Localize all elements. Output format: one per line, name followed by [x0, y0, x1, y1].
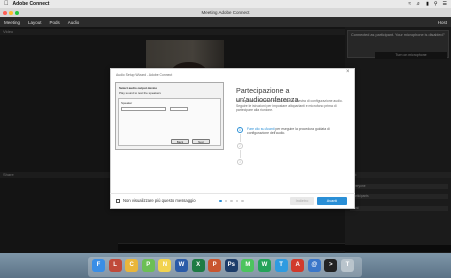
photoshop-icon[interactable]: Ps — [224, 259, 238, 272]
page-dot — [224, 199, 227, 202]
launchpad-icon[interactable]: L — [108, 259, 122, 272]
page-indicator — [219, 199, 244, 202]
dialog-body: Nel riquadro a sinistra è visualizzata l… — [236, 99, 343, 113]
step-2-indicator: 2 — [237, 143, 243, 149]
menu-app-name[interactable]: Adobe Connect — [13, 0, 50, 8]
search-icon[interactable]: ⚲ — [434, 0, 438, 8]
mail-icon[interactable]: @ — [307, 259, 321, 272]
dont-show-label: Non visualizzare più questo messaggio — [123, 197, 196, 203]
toolbar-pods[interactable]: Pods — [50, 20, 60, 25]
step-1-link[interactable]: Fare clic su Avanti — [247, 127, 274, 131]
dont-show-checkbox[interactable] — [116, 199, 120, 203]
wizard-preview-label: Speaker — [121, 101, 133, 105]
volume-icon[interactable]: ♬ — [416, 0, 421, 8]
trash-icon[interactable]: T — [341, 259, 354, 272]
powerpoint-icon[interactable]: P — [208, 259, 222, 272]
chrome-icon[interactable]: C — [125, 259, 139, 272]
close-window-button[interactable] — [3, 10, 7, 15]
traffic-lights — [3, 10, 19, 15]
wizard-preview-next: Next — [192, 139, 210, 144]
menu-list-icon[interactable]: ☰ — [443, 0, 447, 8]
messages-icon[interactable]: M — [241, 259, 255, 272]
screen:  Adobe Connect ≈ ♬ ▮ ⚲ ☰ Meeting Adobe … — [0, 0, 451, 278]
telegram-icon[interactable]: T — [274, 259, 288, 272]
page-dot — [219, 199, 222, 202]
terminal-icon[interactable]: > — [324, 259, 338, 272]
wizard-preview-field — [121, 107, 166, 111]
toolbar-audio[interactable]: Audio — [68, 20, 80, 25]
connect-toolbar: Meeting Layout Pods Audio Host — [0, 17, 451, 27]
wizard-preview-back: Back — [171, 139, 189, 144]
page-dot — [235, 199, 238, 202]
close-icon[interactable]: × — [346, 69, 350, 75]
next-button[interactable]: Avanti — [317, 197, 347, 205]
step-1-indicator: 1 — [237, 127, 243, 133]
word-icon[interactable]: W — [175, 259, 188, 272]
page-dot — [241, 199, 244, 202]
minimize-window-button[interactable] — [9, 10, 13, 15]
connect-icon[interactable]: A — [291, 259, 305, 272]
step-connector — [239, 134, 241, 142]
back-button[interactable]: Indietro — [290, 197, 314, 205]
toolbar-layout[interactable]: Layout — [28, 20, 42, 25]
battery-icon[interactable]: ▮ — [426, 0, 429, 8]
wizard-preview-field — [170, 107, 188, 111]
wifi-icon[interactable]: ≈ — [408, 0, 411, 8]
wizard-preview-heading: Select audio output device — [119, 86, 158, 90]
maximize-window-button[interactable] — [15, 10, 19, 15]
step-connector — [239, 150, 241, 158]
apple-icon[interactable]:  — [4, 0, 9, 8]
photos-icon[interactable]: P — [141, 259, 155, 272]
wizard-preview-title: Audio Setup Wizard - Adobe Connect — [116, 73, 173, 77]
window-title: Meeting Adobe Connect — [201, 10, 250, 15]
step-1-text: Fare clic su Avanti per eseguire la proc… — [247, 127, 347, 136]
toolbar-host[interactable]: Host — [438, 20, 447, 25]
excel-icon[interactable]: X — [191, 259, 205, 272]
finder-icon[interactable]: F — [92, 259, 105, 272]
menu-status-area: ≈ ♬ ▮ ⚲ ☰ — [408, 0, 447, 8]
whatsapp-icon[interactable]: W — [258, 259, 271, 272]
wizard-preview-line: Play sound to test the speakers — [119, 91, 161, 95]
page-dot — [230, 199, 233, 202]
step-3-indicator: 3 — [237, 159, 243, 165]
window-titlebar: Meeting Adobe Connect — [0, 8, 451, 17]
notes-icon[interactable]: N — [158, 259, 172, 272]
menu-bar:  Adobe Connect ≈ ♬ ▮ ⚲ ☰ — [0, 0, 451, 8]
toolbar-meeting[interactable]: Meeting — [4, 20, 20, 25]
